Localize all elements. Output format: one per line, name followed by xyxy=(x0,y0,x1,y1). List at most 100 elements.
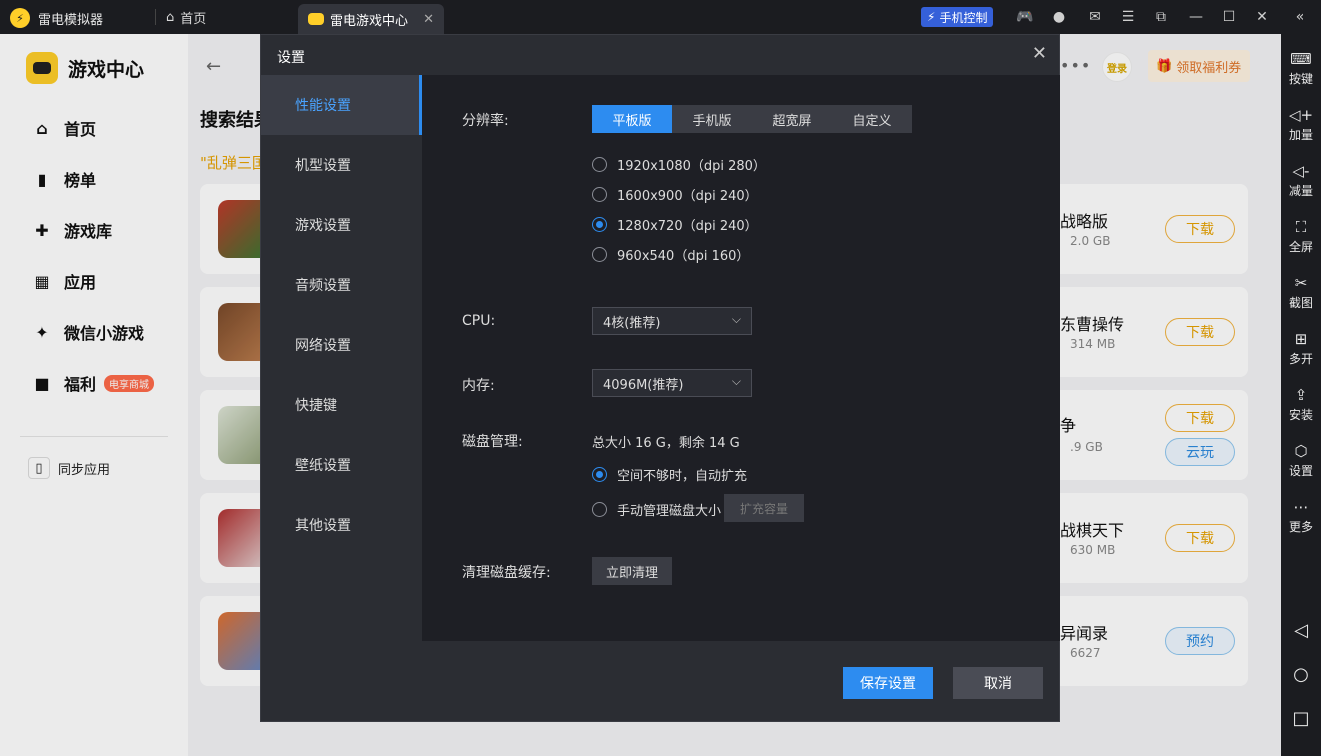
resolution-option[interactable]: 1600x900（dpi 240） xyxy=(592,185,758,204)
disk-manual-option[interactable]: 手动管理磁盘大小 xyxy=(592,500,721,519)
tab-network[interactable]: 网络设置 xyxy=(261,315,422,375)
cpu-select[interactable]: 4核(推荐) ⌵ xyxy=(592,307,752,335)
settings-sidebar: 性能设置 机型设置 游戏设置 音频设置 网络设置 快捷键 壁纸设置 其他设置 xyxy=(261,75,422,641)
install-apk-button[interactable]: ⇪ 安装 xyxy=(1281,384,1321,423)
lightning-icon: ⚡ xyxy=(927,10,936,24)
toolbar-label: 安装 xyxy=(1288,408,1313,422)
maximize-icon[interactable]: ☐ xyxy=(1220,8,1238,26)
restore-icon[interactable]: ⧉ xyxy=(1152,8,1170,26)
tab-wallpaper[interactable]: 壁纸设置 xyxy=(261,435,422,495)
clear-now-button[interactable]: 立即清理 xyxy=(592,557,672,585)
close-tab-icon[interactable]: ✕ xyxy=(423,12,434,27)
android-home-button[interactable]: ○ xyxy=(1281,664,1321,686)
toolbar-label: 设置 xyxy=(1288,464,1313,478)
android-back-button[interactable]: ◁ xyxy=(1281,620,1321,642)
tab-home[interactable]: ⌂ 首页 xyxy=(166,8,206,27)
phone-control-button[interactable]: ⚡ 手机控制 xyxy=(921,7,994,27)
settings-dialog: 设置 ✕ 性能设置 机型设置 游戏设置 音频设置 网络设置 快捷键 壁纸设置 其… xyxy=(260,34,1060,722)
cpu-label: CPU: xyxy=(462,313,496,329)
disk-label: 磁盘管理: xyxy=(462,434,523,450)
resolution-option[interactable]: 1920x1080（dpi 280） xyxy=(592,155,766,174)
more-icon: ⋯ xyxy=(1293,498,1309,516)
save-button[interactable]: 保存设置 xyxy=(843,667,933,699)
performance-settings-panel: 分辨率: 平板版 手机版 超宽屏 自定义 1920x1080（dpi 280） … xyxy=(422,75,1060,641)
keyboard-icon: ⌨ xyxy=(1290,50,1312,68)
more-button[interactable]: ⋯ 更多 xyxy=(1281,496,1321,535)
tab-game-center-label: 雷电游戏中心 xyxy=(330,13,409,29)
dialog-footer: 保存设置 取消 xyxy=(261,641,1059,721)
phone-control-label: 手机控制 xyxy=(939,10,988,25)
apk-icon: ⇪ xyxy=(1294,386,1308,404)
menu-icon[interactable]: ☰ xyxy=(1119,8,1137,26)
tab-game[interactable]: 游戏设置 xyxy=(261,195,422,255)
close-icon[interactable]: ✕ xyxy=(1253,8,1271,26)
volume-up-button[interactable]: ◁+ 加量 xyxy=(1281,104,1321,143)
screenshot-button[interactable]: ✂ 截图 xyxy=(1281,272,1321,311)
mode-custom[interactable]: 自定义 xyxy=(832,105,912,133)
multi-window-icon: ⊞ xyxy=(1294,330,1308,348)
tab-shortcuts[interactable]: 快捷键 xyxy=(261,375,422,435)
disk-info: 总大小 16 G，剩余 14 G xyxy=(592,436,740,451)
close-icon[interactable]: ✕ xyxy=(1032,43,1047,64)
radio-button[interactable] xyxy=(592,157,607,172)
recents-square-icon: □ xyxy=(1292,708,1310,729)
toolbar-label: 全屏 xyxy=(1288,240,1313,254)
radio-button[interactable] xyxy=(592,247,607,262)
dialog-title: 设置 xyxy=(277,50,305,66)
multi-instance-button[interactable]: ⊞ 多开 xyxy=(1281,328,1321,367)
disk-manual-label: 手动管理磁盘大小 xyxy=(617,504,722,519)
memory-select[interactable]: 4096M(推荐) ⌵ xyxy=(592,369,752,397)
volume-down-icon: ◁- xyxy=(1292,162,1310,180)
right-toolbar: ⌨ 按键 ◁+ 加量 ◁- 减量 ⛶ 全屏 ✂ 截图 ⊞ 多开 ⇪ 安装 ⬡ 设置 ⋯ 更多 ◁ … xyxy=(1281,34,1321,756)
tab-other[interactable]: 其他设置 xyxy=(261,495,422,555)
collapse-icon[interactable]: « xyxy=(1291,8,1309,26)
chevron-down-icon: ⌵ xyxy=(731,374,741,388)
home-circle-icon: ○ xyxy=(1293,664,1309,685)
volume-down-button[interactable]: ◁- 减量 xyxy=(1281,160,1321,199)
resolution-option-label: 1600x900（dpi 240） xyxy=(617,189,758,204)
app-logo-icon: ⚡ xyxy=(10,8,30,28)
mail-icon[interactable]: ✉ xyxy=(1086,8,1104,26)
divider xyxy=(155,9,156,25)
resolution-option-label: 960x540（dpi 160） xyxy=(617,249,750,264)
disk-auto-label: 空间不够时，自动扩充 xyxy=(617,469,748,484)
memory-label: 内存: xyxy=(462,378,495,394)
toolbar-label: 多开 xyxy=(1288,352,1313,366)
settings-button[interactable]: ⬡ 设置 xyxy=(1281,440,1321,479)
radio-button-selected[interactable] xyxy=(592,217,607,232)
title-bar: ⚡ 雷电模拟器 ⌂ 首页 雷电游戏中心 ✕ ⚡ 手机控制 🎮 ● ✉ ☰ ⧉ —… xyxy=(0,0,1321,34)
keymap-button[interactable]: ⌨ 按键 xyxy=(1281,48,1321,87)
expand-capacity-button[interactable]: 扩充容量 xyxy=(724,494,804,522)
memory-value: 4096M(推荐) xyxy=(603,377,684,393)
radio-button[interactable] xyxy=(592,187,607,202)
cancel-button[interactable]: 取消 xyxy=(953,667,1043,699)
toolbar-label: 减量 xyxy=(1288,184,1313,198)
scissors-icon: ✂ xyxy=(1294,274,1308,292)
fullscreen-icon: ⛶ xyxy=(1295,218,1307,236)
resolution-option[interactable]: 1280x720（dpi 240） xyxy=(592,215,758,234)
radio-button-selected[interactable] xyxy=(592,467,607,482)
android-recents-button[interactable]: □ xyxy=(1281,708,1321,730)
toolbar-label: 截图 xyxy=(1288,296,1313,310)
resolution-option-label: 1920x1080（dpi 280） xyxy=(617,159,766,174)
user-icon[interactable]: ● xyxy=(1050,8,1068,26)
mode-phone[interactable]: 手机版 xyxy=(672,105,752,133)
gamepad-icon xyxy=(308,13,324,25)
tab-audio[interactable]: 音频设置 xyxy=(261,255,422,315)
minimize-icon[interactable]: — xyxy=(1187,8,1205,26)
cpu-value: 4核(推荐) xyxy=(603,315,661,331)
mode-ultrawide[interactable]: 超宽屏 xyxy=(752,105,832,133)
radio-button[interactable] xyxy=(592,502,607,517)
app-name: 雷电模拟器 xyxy=(38,12,104,28)
tab-performance[interactable]: 性能设置 xyxy=(261,75,422,135)
controller-icon[interactable]: 🎮 xyxy=(1016,8,1034,26)
tab-game-center[interactable]: 雷电游戏中心 ✕ xyxy=(298,4,444,34)
resolution-option[interactable]: 960x540（dpi 160） xyxy=(592,245,749,264)
volume-up-icon: ◁+ xyxy=(1288,106,1314,124)
disk-auto-expand-option[interactable]: 空间不够时，自动扩充 xyxy=(592,465,747,484)
home-icon: ⌂ xyxy=(166,10,175,25)
fullscreen-button[interactable]: ⛶ 全屏 xyxy=(1281,216,1321,255)
resolution-label: 分辨率: xyxy=(462,113,509,129)
mode-tablet[interactable]: 平板版 xyxy=(592,105,672,133)
tab-device-model[interactable]: 机型设置 xyxy=(261,135,422,195)
